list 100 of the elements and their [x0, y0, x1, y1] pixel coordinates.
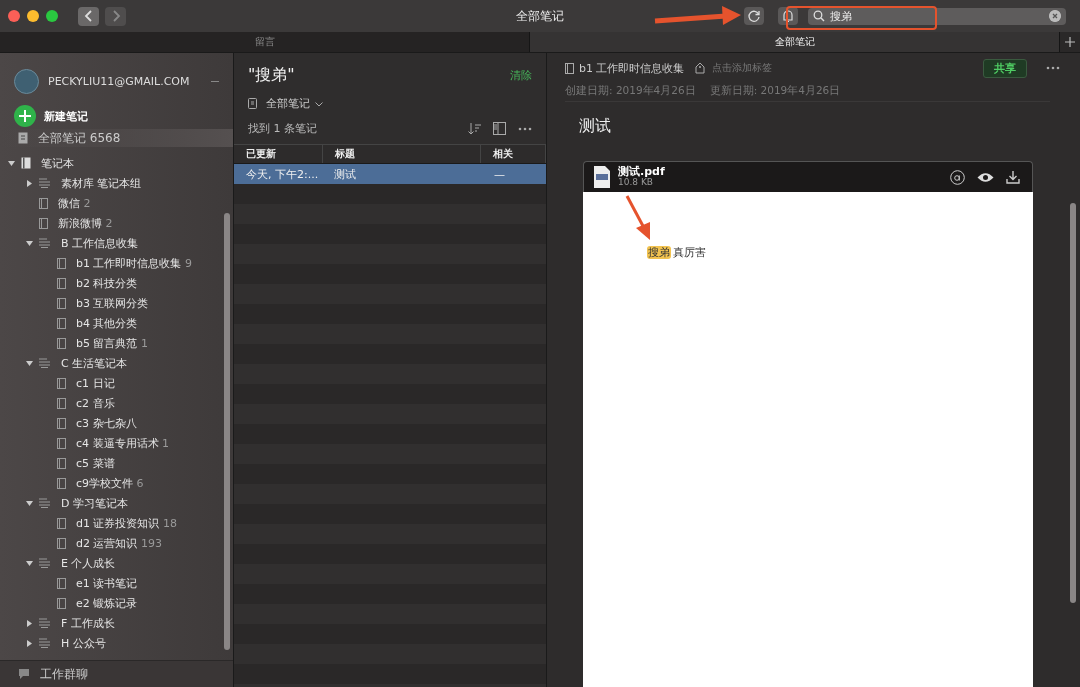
scope-dropdown[interactable]: 全部笔记 [266, 96, 323, 111]
chat-icon [18, 668, 30, 680]
search-field[interactable]: 搜弟 [808, 7, 1066, 25]
notebook-stack-icon [39, 178, 51, 188]
preview-eye-icon[interactable] [977, 171, 994, 183]
pdf-text: 搜弟 真厉害 [647, 245, 706, 260]
notebook-item[interactable]: b1 工作即时信息收集 9 [76, 255, 192, 271]
notebook-stack-icon [39, 618, 51, 628]
caret-icon [315, 102, 323, 107]
tab[interactable]: 全部笔记 [530, 32, 1060, 52]
disclosure-triangle-icon[interactable] [26, 359, 33, 367]
clear-link[interactable]: 清除 [510, 68, 532, 83]
forward-button[interactable] [105, 6, 126, 26]
notebook-item[interactable]: e1 读书笔记 [76, 575, 138, 591]
notebook-item[interactable]: 微信 2 [58, 195, 91, 211]
share-button[interactable]: 共享 [983, 58, 1027, 78]
notebook-item[interactable]: B 工作信息收集 [61, 235, 139, 251]
download-icon[interactable] [1006, 170, 1020, 184]
notebook-icon [57, 257, 66, 269]
notebook-item[interactable]: b4 其他分类 [76, 315, 138, 331]
back-button[interactable] [78, 6, 99, 26]
dropdown-caret-icon[interactable] [211, 80, 219, 82]
chevron-right-icon [110, 9, 121, 23]
annotate-icon[interactable] [950, 169, 965, 185]
notebook-icon [57, 597, 66, 609]
result-count: 找到 1 条笔记 [248, 121, 317, 136]
notebook-icon [21, 157, 31, 169]
chevron-left-icon [83, 9, 94, 23]
disclosure-triangle-icon[interactable] [26, 239, 33, 247]
search-icon [813, 10, 825, 22]
notebook-item[interactable]: H 公众号 [61, 635, 106, 651]
notebook-stack-icon [39, 638, 51, 648]
notebook-item[interactable]: c9学校文件 6 [76, 475, 144, 491]
notebook-item[interactable]: c3 杂七杂八 [76, 415, 137, 431]
notebook-item[interactable]: c1 日记 [76, 375, 115, 391]
notebook-item[interactable]: 素材库 笔记本组 [61, 175, 142, 191]
disclosure-triangle-icon[interactable] [26, 619, 33, 627]
notebook-selector[interactable]: b1 工作即时信息收集 [579, 60, 685, 76]
notebook-item[interactable]: d1 证券投资知识 18 [76, 515, 177, 531]
column-header[interactable]: 标题 [323, 145, 481, 163]
notebook-icon [57, 577, 66, 589]
note-row[interactable]: 今天, 下午2:... 测试 — [234, 164, 546, 184]
notebook-item[interactable]: b3 互联网分类 [76, 295, 149, 311]
more-icon[interactable] [518, 126, 532, 131]
close-window-button[interactable] [8, 10, 20, 22]
notebook-item[interactable]: c2 音乐 [76, 395, 115, 411]
zoom-window-button[interactable] [46, 10, 58, 22]
notebook-stack-icon [39, 358, 51, 368]
clear-search-icon[interactable] [1049, 10, 1061, 22]
pdf-file-icon [594, 166, 610, 188]
disclosure-triangle-icon[interactable] [26, 559, 33, 567]
tag-icon [695, 62, 706, 74]
attachment-name: 测试.pdf [618, 166, 665, 179]
notebook-icon [57, 277, 66, 289]
sync-button[interactable] [744, 7, 764, 25]
notebook-icon [57, 297, 66, 309]
disclosure-triangle-icon[interactable] [26, 499, 33, 507]
notebook-item[interactable]: C 生活笔记本 [61, 355, 128, 371]
tab[interactable]: 留言 [0, 32, 530, 52]
notebook-item[interactable]: 新浪微博 2 [58, 215, 113, 231]
plus-circle-icon [14, 105, 36, 127]
bell-icon [781, 9, 795, 23]
notebook-item[interactable]: D 学习笔记本 [61, 495, 128, 511]
notebook-icon [57, 517, 66, 529]
notebook-item[interactable]: c4 装逼专用话术 1 [76, 435, 170, 451]
disclosure-triangle-icon[interactable] [26, 639, 33, 647]
search-field[interactable]: 搜弟 [830, 9, 1044, 23]
notebook-item[interactable]: c5 菜谱 [76, 455, 115, 471]
notebook-icon [57, 537, 66, 549]
disclosure-triangle-icon[interactable] [8, 159, 15, 167]
account-name[interactable]: PECKYLIU11@GMAIL.COM [48, 74, 202, 88]
notebook-icon [57, 417, 66, 429]
notebook-stack-icon [39, 238, 51, 248]
scrollbar[interactable] [1070, 203, 1076, 603]
notebook-icon [57, 437, 66, 449]
annotation-arrow [625, 195, 650, 240]
notebook-item[interactable]: b5 留言典范 1 [76, 335, 148, 351]
new-note-button[interactable]: 新建笔记 [0, 99, 102, 129]
column-header[interactable]: 相关 [481, 145, 546, 163]
work-chat-link[interactable]: 工作群聊 [40, 665, 88, 683]
notebook-item[interactable]: b2 科技分类 [76, 275, 138, 291]
notebook-item[interactable]: d2 运营知识 193 [76, 535, 162, 551]
notebook-item[interactable]: F 工作成长 [61, 615, 115, 631]
notes-icon [248, 98, 258, 109]
search-query-title: "搜弟" [248, 65, 295, 86]
more-icon[interactable] [1046, 66, 1060, 70]
disclosure-triangle-icon[interactable] [26, 179, 33, 187]
notebook-item[interactable]: E 个人成长 [61, 555, 116, 571]
scrollbar[interactable] [224, 213, 230, 650]
notebook-item[interactable]: e2 锻炼记录 [76, 595, 138, 611]
notebook-icon [57, 397, 66, 409]
view-layout-icon[interactable] [493, 122, 506, 135]
sort-icon[interactable] [468, 122, 481, 135]
window-title: 全部笔记 [516, 7, 564, 25]
notebook-item[interactable]: 笔记本 [41, 155, 74, 171]
column-header[interactable]: 已更新 [234, 145, 323, 163]
notebook-stack-icon [39, 498, 51, 508]
minimize-window-button[interactable] [27, 10, 39, 22]
note-title: 测试 [578, 115, 612, 137]
sync-icon [747, 9, 761, 23]
